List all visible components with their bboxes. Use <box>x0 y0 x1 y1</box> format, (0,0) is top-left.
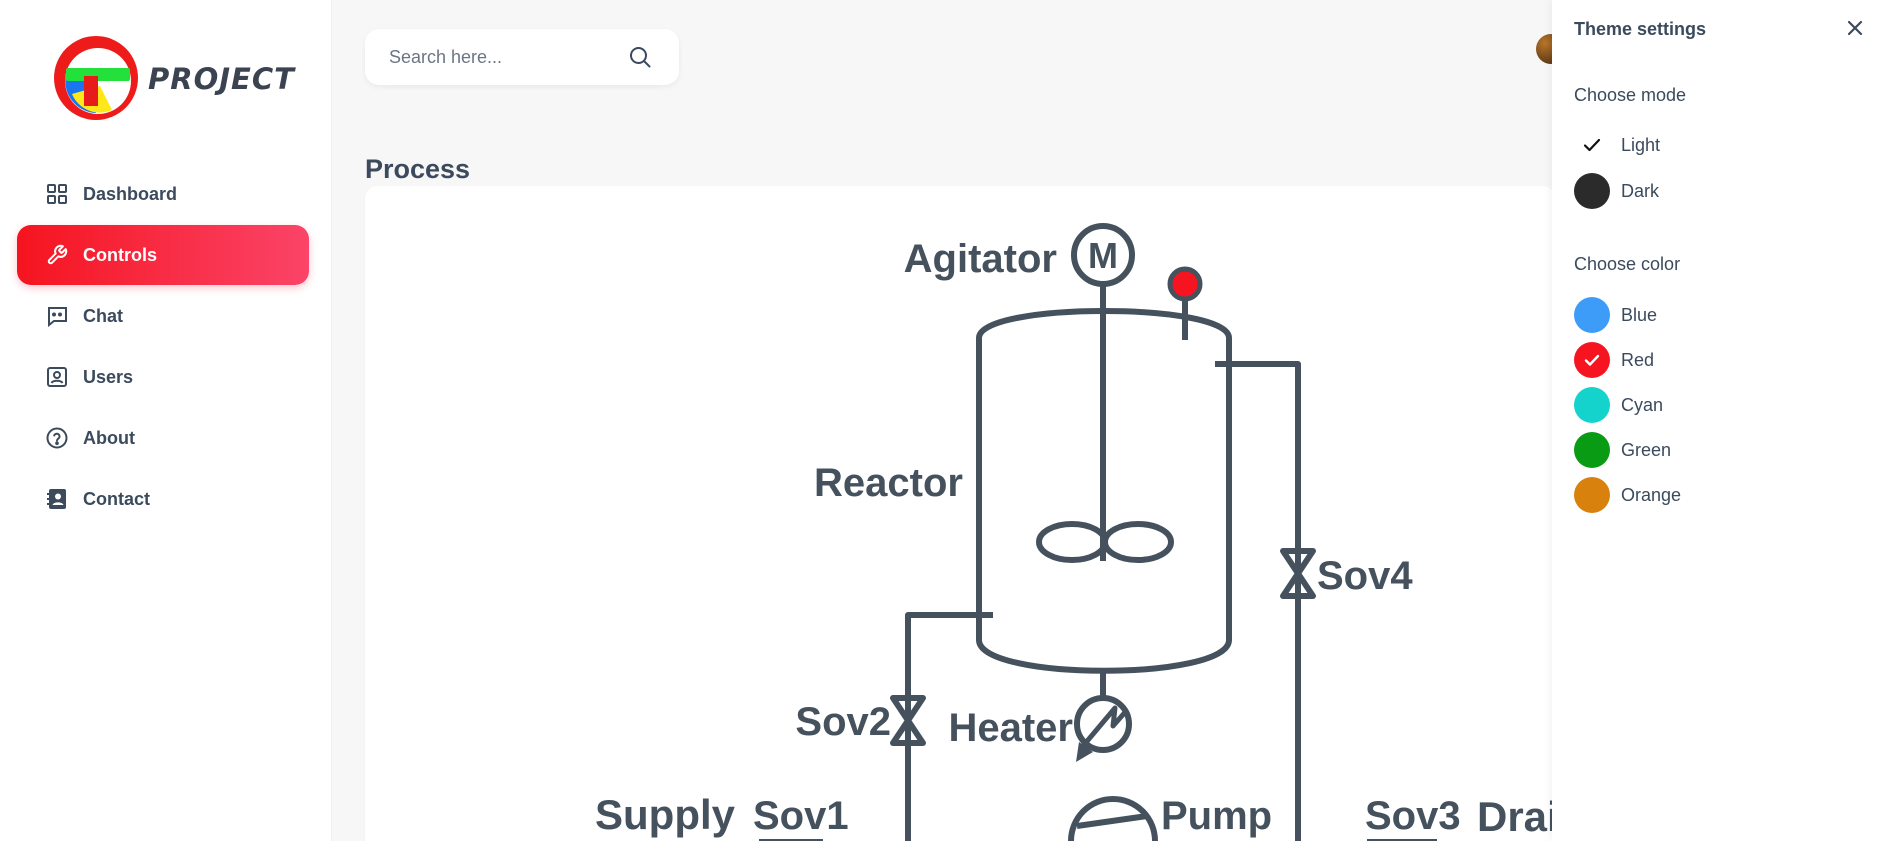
panel-title: Theme settings <box>1574 19 1707 39</box>
sidebar: PROJECT Dashboard Controls Chat Users Ab… <box>0 0 332 841</box>
sidebar-item-dashboard[interactable]: Dashboard <box>17 164 309 224</box>
sidebar-item-users[interactable]: Users <box>17 347 309 407</box>
color-section-title: Choose color <box>1574 254 1681 274</box>
logo-text: PROJECT <box>148 62 295 96</box>
cyan-swatch <box>1574 387 1610 423</box>
contact-book-icon <box>45 487 69 511</box>
sensor-indicator <box>1167 266 1203 302</box>
theme-settings-panel: Theme settings Choose mode Light Dark Ch… <box>1552 0 1879 841</box>
color-option-label: Blue <box>1621 304 1658 325</box>
sidebar-item-label: Contact <box>83 488 150 509</box>
mode-option-dark[interactable]: Dark <box>1574 173 1659 209</box>
sidebar-item-label: About <box>83 427 135 448</box>
process-diagram: M Agitator Reactor Sov4 Sov2 Heater Supp… <box>595 223 1555 841</box>
search-box <box>365 29 679 85</box>
label-heater: Heater <box>948 706 1073 750</box>
label-reactor: Reactor <box>814 461 963 505</box>
process-diagram-card: M Agitator Reactor Sov4 Sov2 Heater Supp… <box>365 186 1555 841</box>
sidebar-item-chat[interactable]: Chat <box>17 286 309 346</box>
label-sov4: Sov4 <box>1317 554 1413 598</box>
color-option-green[interactable]: Green <box>1574 432 1671 468</box>
question-circle-icon <box>45 426 69 450</box>
label-motor: M <box>1088 235 1118 276</box>
dark-swatch <box>1574 173 1610 209</box>
green-swatch <box>1574 432 1610 468</box>
label-drain: Drain <box>1477 793 1555 840</box>
grid-icon <box>45 182 69 206</box>
mode-section-title: Choose mode <box>1574 85 1687 105</box>
check-icon <box>1574 127 1610 163</box>
color-option-label: Orange <box>1621 484 1682 505</box>
sidebar-item-label: Controls <box>83 244 157 265</box>
chat-icon <box>45 304 69 328</box>
label-supply: Supply <box>595 791 736 838</box>
color-option-label: Red <box>1621 349 1655 370</box>
color-option-cyan[interactable]: Cyan <box>1574 387 1663 423</box>
mode-option-label: Dark <box>1621 180 1660 201</box>
wrench-icon <box>45 243 69 267</box>
label-sov1: Sov1 <box>753 794 849 838</box>
color-option-label: Green <box>1621 439 1672 460</box>
sidebar-item-contact[interactable]: Contact <box>17 469 309 529</box>
search-input[interactable] <box>389 29 629 85</box>
sidebar-nav: Dashboard Controls Chat Users About Cont… <box>17 164 309 530</box>
pump-line <box>1076 813 1148 829</box>
label-pump: Pump <box>1161 794 1272 838</box>
sidebar-item-label: Users <box>83 366 134 387</box>
user-badge-icon <box>45 365 69 389</box>
mode-option-light[interactable]: Light <box>1574 127 1660 163</box>
red-swatch <box>1574 342 1610 378</box>
agitator-impeller-right <box>1102 521 1174 563</box>
check-icon <box>1584 354 1600 366</box>
mode-option-label: Light <box>1621 134 1661 155</box>
blue-swatch <box>1574 297 1610 333</box>
close-icon[interactable] <box>1844 17 1866 39</box>
logo-mark-icon <box>54 36 138 120</box>
agitator-impeller-left <box>1036 521 1108 563</box>
label-sov3: Sov3 <box>1365 794 1461 838</box>
orange-swatch <box>1574 477 1610 513</box>
label-sov2: Sov2 <box>795 700 891 744</box>
sidebar-item-controls[interactable]: Controls <box>17 225 309 285</box>
color-option-orange[interactable]: Orange <box>1574 477 1681 513</box>
label-agitator: Agitator <box>904 237 1057 281</box>
sidebar-item-about[interactable]: About <box>17 408 309 468</box>
sidebar-item-label: Dashboard <box>83 183 178 204</box>
color-option-label: Cyan <box>1621 394 1664 415</box>
search-icon[interactable] <box>629 46 653 70</box>
page-title: Process <box>365 154 471 184</box>
color-option-blue[interactable]: Blue <box>1574 297 1657 333</box>
sidebar-item-label: Chat <box>83 305 123 326</box>
color-option-red[interactable]: Red <box>1574 342 1654 378</box>
